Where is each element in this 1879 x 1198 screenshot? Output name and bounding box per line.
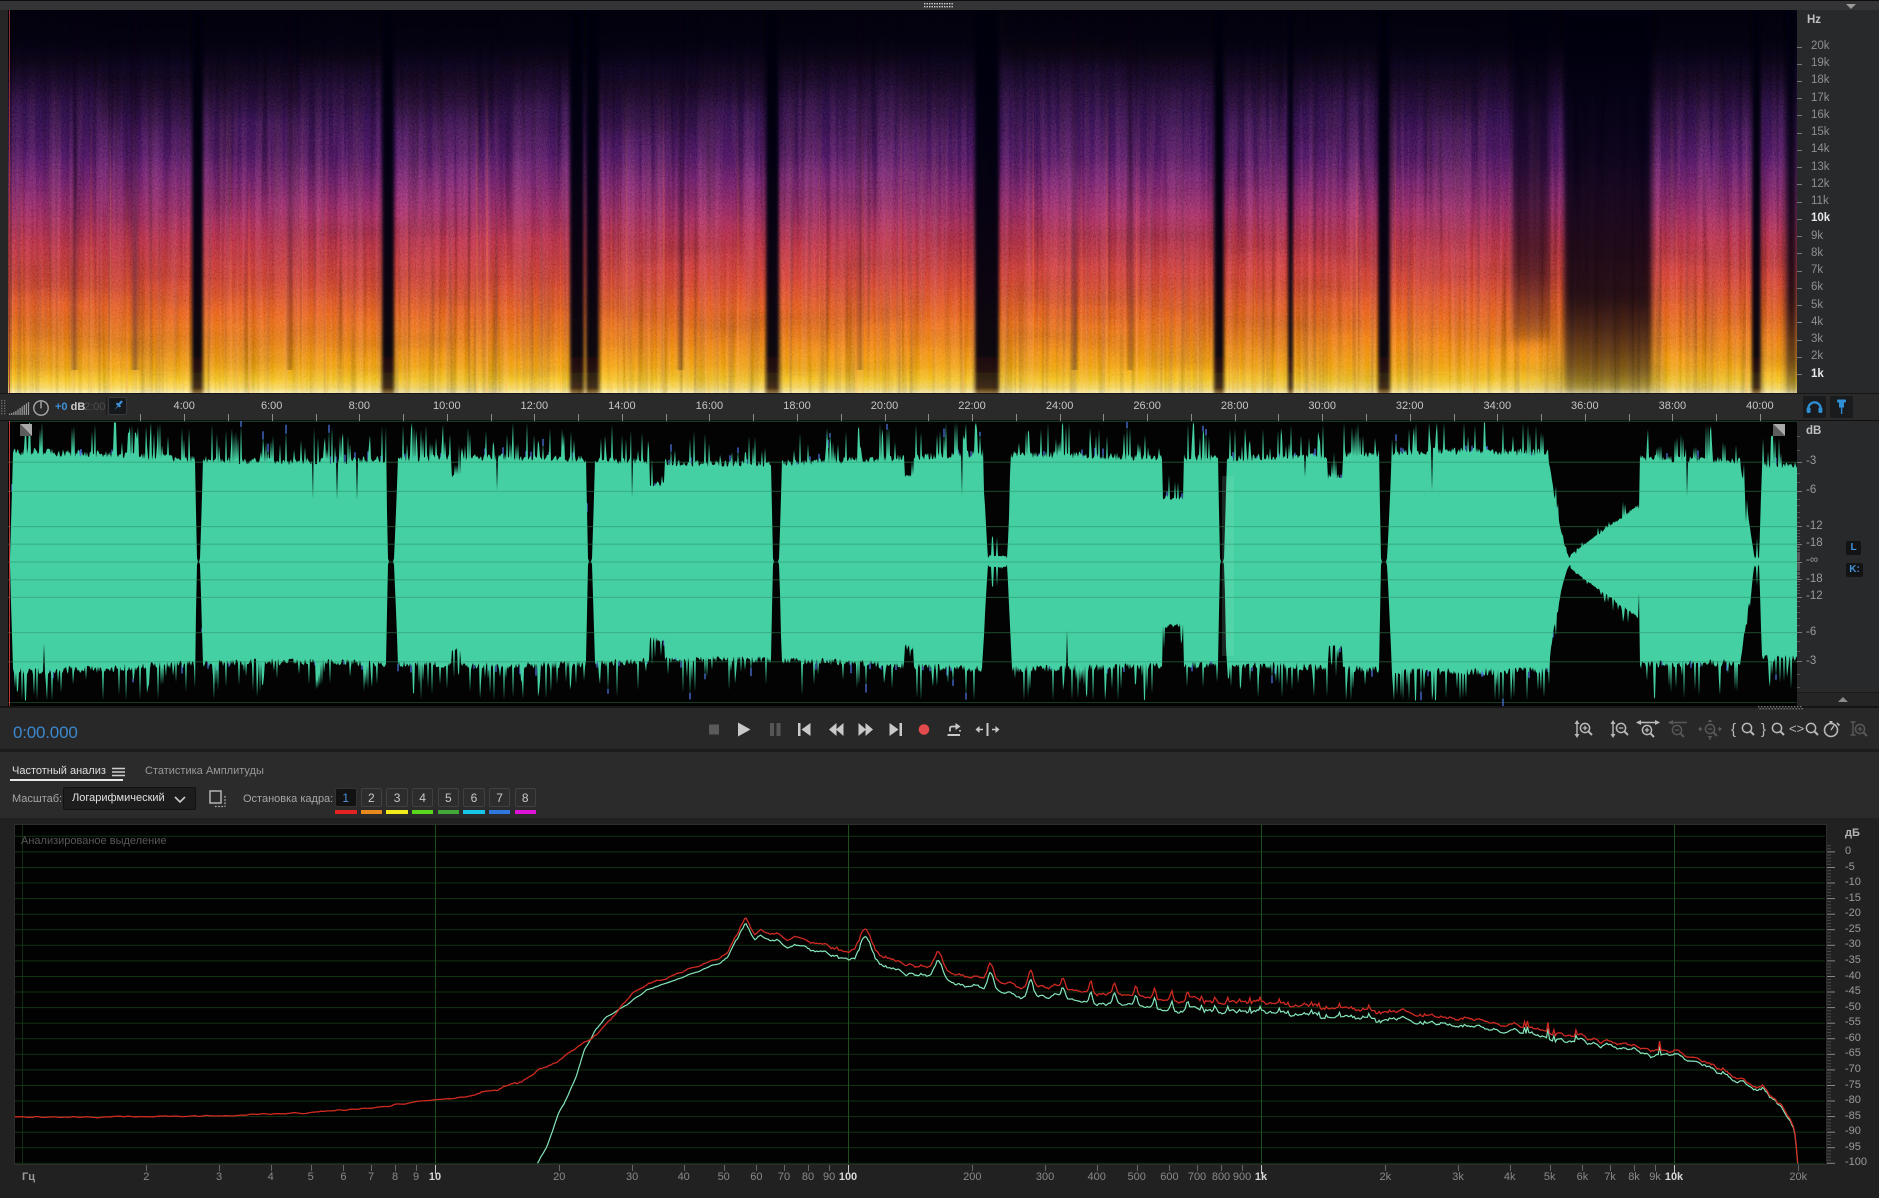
svg-text:{: { <box>1731 721 1736 738</box>
svg-text:}: } <box>1761 721 1766 738</box>
svg-text:<>: <> <box>1789 721 1804 736</box>
